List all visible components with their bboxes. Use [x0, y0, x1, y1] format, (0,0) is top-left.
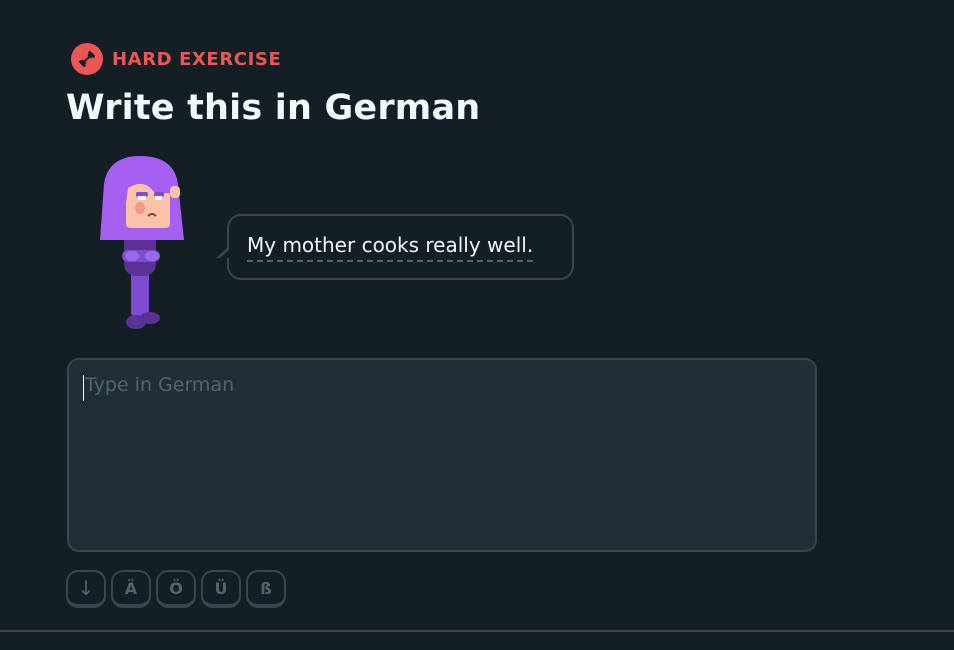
character-illustration	[94, 154, 190, 334]
answer-input[interactable]	[85, 374, 799, 536]
dumbbell-icon	[71, 43, 103, 75]
footer-divider	[0, 630, 954, 632]
special-characters-bar: ↓ Ä Ö Ü ß	[66, 570, 286, 608]
key-o-umlaut[interactable]: Ö	[156, 570, 196, 608]
badge-label: HARD EXERCISE	[112, 48, 282, 70]
prompt-sentence[interactable]: My mother cooks really well.	[247, 233, 534, 262]
text-cursor	[83, 375, 84, 401]
speech-bubble-tail-inner	[220, 249, 230, 258]
page-title: Write this in German	[66, 88, 481, 128]
answer-input-container	[67, 358, 817, 552]
collapse-keys-button[interactable]: ↓	[66, 570, 106, 608]
key-a-umlaut[interactable]: Ä	[111, 570, 151, 608]
exercise-page: HARD EXERCISE Write this in German My mo…	[0, 0, 954, 650]
key-eszett[interactable]: ß	[246, 570, 286, 608]
exercise-badge: HARD EXERCISE	[71, 43, 281, 75]
key-u-umlaut[interactable]: Ü	[201, 570, 241, 608]
speech-bubble: My mother cooks really well.	[216, 214, 574, 280]
